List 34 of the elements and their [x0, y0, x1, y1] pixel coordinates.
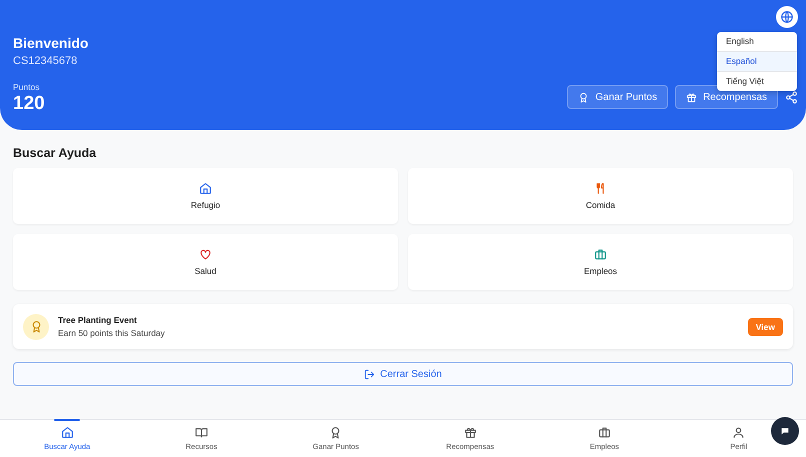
- chat-button[interactable]: [771, 417, 799, 445]
- category-card[interactable]: Comida: [408, 168, 793, 224]
- award-icon: [30, 320, 42, 333]
- gift-icon: [686, 92, 698, 102]
- logout-icon: [364, 368, 376, 380]
- language-button[interactable]: [776, 6, 798, 28]
- chat-icon: [780, 426, 790, 436]
- category-card[interactable]: Refugio: [13, 168, 398, 224]
- gift-icon: [464, 426, 477, 439]
- event-subtitle: Earn 50 points this Saturday: [58, 328, 166, 338]
- logout-button[interactable]: Cerrar Sesión: [13, 362, 793, 386]
- language-option[interactable]: English: [717, 32, 797, 51]
- category-label: Empleos: [584, 266, 618, 276]
- house-icon: [60, 426, 74, 439]
- welcome-title: Bienvenido: [13, 35, 88, 52]
- award-icon: [329, 426, 342, 439]
- category-label: Comida: [586, 200, 616, 210]
- category-label: Refugio: [190, 200, 220, 210]
- user-id: CS12345678: [13, 54, 78, 68]
- category-card[interactable]: Empleos: [408, 234, 793, 290]
- person-icon: [732, 426, 746, 439]
- language-option[interactable]: Español: [717, 51, 797, 71]
- section-title: Buscar Ayuda: [13, 145, 98, 161]
- points-label: Puntos: [13, 82, 40, 93]
- language-option[interactable]: Tiếng Việt: [717, 71, 797, 91]
- globe-icon: [780, 10, 794, 24]
- award-icon: [578, 92, 590, 102]
- book-icon: [194, 426, 208, 439]
- briefcase-icon: [598, 426, 611, 439]
- category-card[interactable]: Salud: [13, 234, 398, 290]
- earn-points-button[interactable]: Ganar Puntos: [567, 85, 668, 109]
- event-title: Tree Planting Event: [58, 315, 138, 325]
- category-label: Salud: [194, 266, 216, 276]
- points-value: 120: [13, 93, 46, 115]
